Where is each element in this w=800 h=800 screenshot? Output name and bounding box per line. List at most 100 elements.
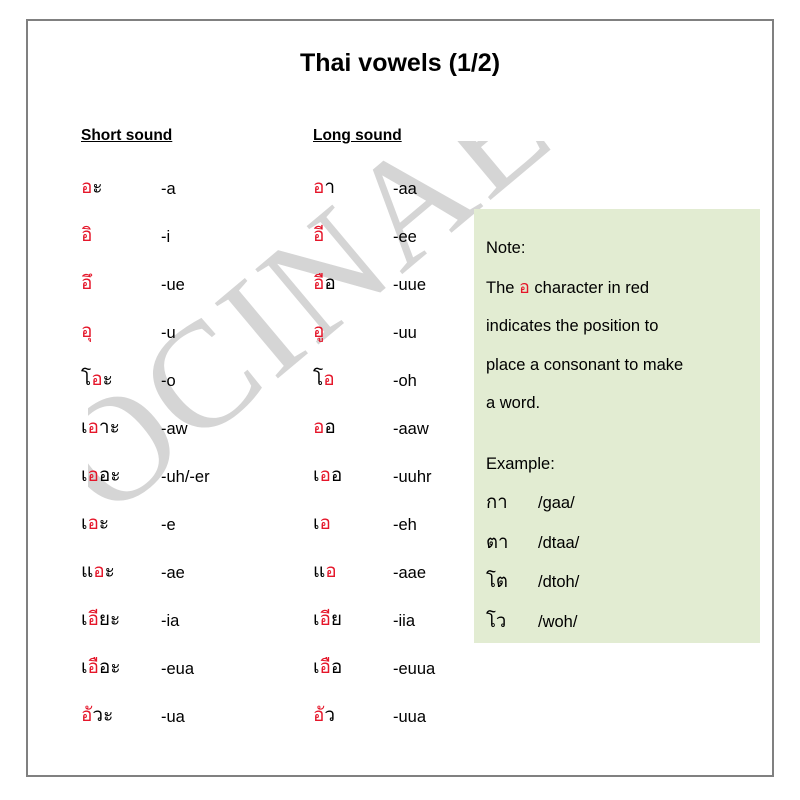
thai-suffix: อ [324,417,336,438]
example-row: กา/gaa/ [486,483,760,523]
example-thai: โต [486,570,508,591]
placeholder-consonant: อ [93,561,105,582]
placeholder-consonant: อ [313,417,325,438]
romanization: -uu [393,324,417,342]
romanization: -aa [393,180,417,198]
note-line-1-before: The [486,278,520,297]
placeholder-consonant: อื [87,657,99,678]
romanization: -a [161,180,176,198]
page-frame: OCINAE Thai vowels (1/2) Short sound Lon… [26,19,774,777]
example-thai: โว [486,609,507,631]
romanization: -i [161,228,171,246]
thai-prefix: แ [313,561,326,582]
placeholder-consonant: อ [87,513,99,534]
thai-vowel: ออ [313,416,393,440]
placeholder-consonant: อ [319,465,331,486]
romanization: -oh [393,372,417,390]
note-panel: Note: The อ character in red indicates t… [474,209,760,643]
thai-suffix: อ [330,657,343,678]
note-line-1-after: character in red [529,278,650,297]
page-title: Thai vowels (1/2) [299,49,501,77]
thai-prefix: แ [81,561,94,582]
thai-suffix: ะ [92,177,103,198]
thai-suffix: าะ [98,417,120,438]
column-header-short: Short sound [81,127,173,144]
thai-vowel: แอะ [81,560,161,584]
thai-suffix: อะ [98,465,121,486]
example-row: ตา/dtaa/ [486,523,760,563]
example-romanization: /dtoh/ [538,573,580,591]
thai-vowel: เอะ [81,512,161,536]
thai-vowel: อุ [81,320,161,344]
romanization: -uuhr [393,468,432,486]
placeholder-consonant: อี [313,225,325,246]
note-line-2: indicates the position to [486,317,659,335]
thai-suffix: ย [330,609,343,630]
note-line-1: The อ character in red [486,268,760,308]
example-thai: ตา [486,530,509,552]
example-row: โต/dtoh/ [486,562,760,602]
romanization: -uua [393,708,427,726]
note-line-3: place a consonant to make [486,355,684,374]
romanization: -euua [393,660,436,678]
placeholder-consonant: อ [323,369,335,390]
romanization: -ia [161,612,180,630]
romanization: -eua [161,660,195,678]
note-spacer [486,423,760,445]
placeholder-consonant: อั [313,705,325,726]
thai-vowel: อา [313,176,393,200]
thai-suffix: า [324,177,336,198]
thai-suffix: อะ [98,657,121,678]
thai-prefix: โ [313,369,324,390]
placeholder-consonant: อึ [81,273,93,294]
placeholder-consonant: อื [313,273,325,294]
thai-vowel: อี [313,224,393,248]
thai-vowel: เอียะ [81,608,161,632]
romanization: -ua [161,708,185,726]
placeholder-consonant: อ [87,465,99,486]
example-row: โว/woh/ [486,602,760,642]
romanization: -aaw [393,420,429,438]
thai-suffix: วะ [92,705,114,726]
example-romanization: /dtaa/ [538,533,580,552]
note-heading: Note: [486,239,526,257]
romanization: -ee [393,228,417,246]
thai-vowel: เอือะ [81,656,161,680]
romanization: -uh/-er [161,468,210,486]
romanization: -o [161,372,176,390]
placeholder-consonant: อ [81,177,93,198]
placeholder-consonant: อู [313,321,325,342]
thai-vowel: อึ [81,272,161,296]
romanization: -u [161,324,176,342]
thai-vowel: เออะ [81,464,161,488]
romanization: -ae [161,564,185,582]
thai-suffix: ะ [98,513,110,534]
thai-vowel: เออ [313,464,393,488]
thai-suffix: ว [324,705,336,726]
placeholder-consonant: อ [87,417,99,438]
placeholder-consonant: อ [313,177,325,198]
romanization: -aw [161,420,188,438]
thai-vowel: เอ [313,512,393,536]
example-heading: Example: [486,454,555,473]
thai-vowel: อัว [313,704,393,728]
thai-vowel: อะ [81,176,161,200]
thai-suffix: อ [330,465,343,486]
romanization: -ue [161,276,185,294]
romanization: -aae [393,564,427,582]
thai-vowel: โอ [313,368,393,392]
thai-suffix: ะ [104,561,115,582]
example-romanization: /woh/ [538,612,578,631]
thai-prefix: โ [81,369,92,390]
thai-vowel: เอาะ [81,416,161,440]
placeholder-consonant: อ [325,561,337,582]
thai-vowel: เอีย [313,608,393,632]
placeholder-consonant: อ [319,513,331,534]
placeholder-consonant: อ [91,369,103,390]
thai-vowel: โอะ [81,368,161,392]
placeholder-consonant: อี [87,609,99,630]
romanization: -eh [393,516,417,534]
column-header-long: Long sound [313,127,402,144]
thai-vowel: แอ [313,560,393,584]
placeholder-consonant: อ [519,276,530,297]
